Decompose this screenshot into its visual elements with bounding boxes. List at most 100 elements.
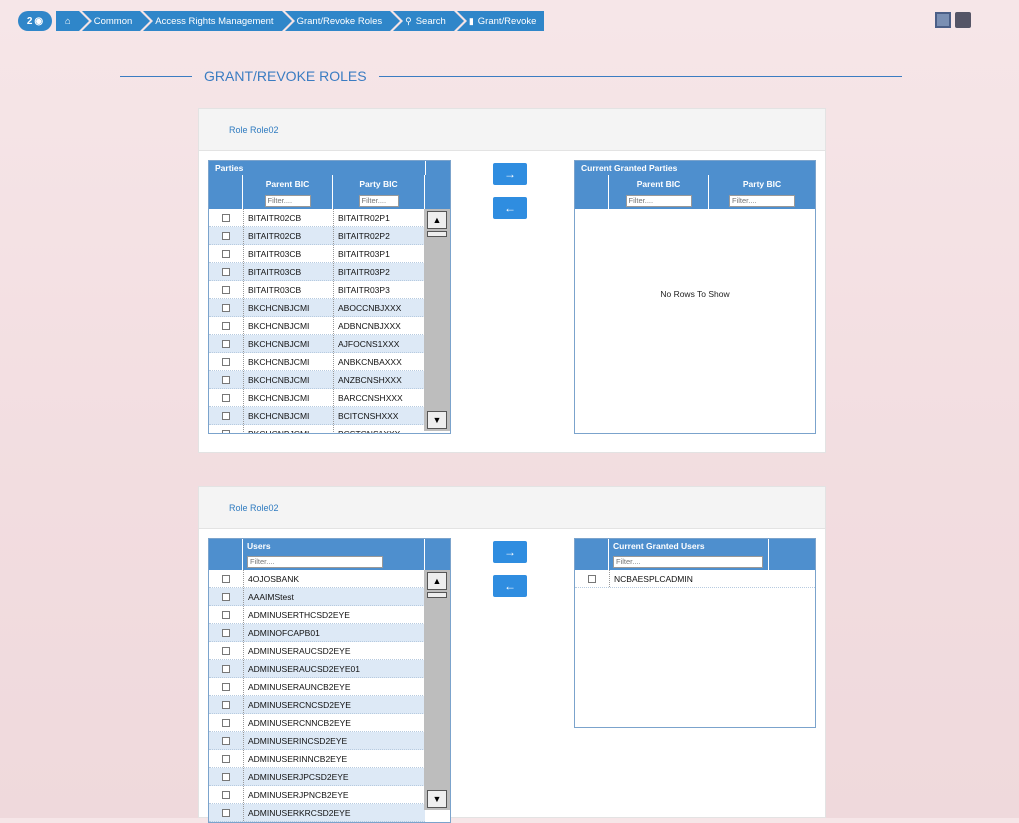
user-filter[interactable] [247, 555, 383, 568]
revoke-user-button[interactable]: ← [493, 575, 527, 597]
scroll-up-icon[interactable]: ▲ [427, 572, 447, 590]
revoke-party-button[interactable]: ← [493, 197, 527, 219]
checkbox-box[interactable] [222, 736, 230, 745]
table-row[interactable]: BKCHCNBJCMI BCSTCNS1XXX [209, 425, 425, 433]
row-checkbox[interactable] [209, 664, 243, 673]
checkbox-box[interactable] [222, 339, 230, 348]
save-icon[interactable] [935, 12, 951, 28]
breadcrumb-common[interactable]: Common [81, 11, 150, 31]
table-row[interactable]: 4OJOSBANK [209, 570, 425, 588]
row-checkbox[interactable] [209, 213, 243, 222]
checkbox-box[interactable] [222, 375, 230, 384]
row-checkbox[interactable] [209, 249, 243, 258]
checkbox-box[interactable] [222, 754, 230, 763]
checkbox-box[interactable] [222, 285, 230, 294]
table-row[interactable]: ADMINUSERKRCSD2EYE [209, 804, 425, 822]
column-header-party-bic[interactable]: Party BIC [709, 175, 815, 192]
row-checkbox[interactable] [575, 574, 609, 583]
column-header-party-bic[interactable]: Party BIC [333, 175, 425, 192]
checkbox-box[interactable] [222, 610, 230, 619]
row-checkbox[interactable] [209, 592, 243, 601]
scroll-thumb[interactable] [427, 231, 447, 237]
parent-bic-filter[interactable] [625, 194, 692, 207]
breadcrumb-grant-revoke[interactable]: ▮ Grant/Revoke [456, 11, 545, 31]
checkbox-box[interactable] [222, 321, 230, 330]
checkbox-box[interactable] [222, 411, 230, 420]
table-row[interactable]: ADMINUSERAUCSD2EYE [209, 642, 425, 660]
table-row[interactable]: ADMINUSERCNCSD2EYE [209, 696, 425, 714]
checkbox-box[interactable] [222, 267, 230, 276]
table-row[interactable]: BITAITR02CB BITAITR02P1 [209, 209, 425, 227]
checkbox-box[interactable] [222, 213, 230, 222]
breadcrumb-home[interactable]: ⌂ [56, 11, 89, 31]
table-row[interactable]: BKCHCNBJCMI BARCCNSHXXX [209, 389, 425, 407]
scroll-up-icon[interactable]: ▲ [427, 211, 447, 229]
party-bic-filter[interactable] [358, 194, 399, 207]
row-checkbox[interactable] [209, 321, 243, 330]
granted-user-filter[interactable] [613, 555, 763, 568]
parent-bic-filter[interactable] [264, 194, 311, 207]
table-row[interactable]: BITAITR03CB BITAITR03P2 [209, 263, 425, 281]
row-checkbox[interactable] [209, 700, 243, 709]
row-checkbox[interactable] [209, 267, 243, 276]
checkbox-box[interactable] [222, 790, 230, 799]
row-checkbox[interactable] [209, 231, 243, 240]
row-checkbox[interactable] [209, 628, 243, 637]
row-checkbox[interactable] [209, 574, 243, 583]
row-checkbox[interactable] [209, 646, 243, 655]
checkbox-box[interactable] [222, 700, 230, 709]
checkbox-box[interactable] [222, 357, 230, 366]
print-icon[interactable] [955, 12, 971, 28]
checkbox-box[interactable] [222, 682, 230, 691]
row-checkbox[interactable] [209, 718, 243, 727]
scroll-thumb[interactable] [427, 592, 447, 598]
checkbox-box[interactable] [588, 574, 596, 583]
row-checkbox[interactable] [209, 754, 243, 763]
row-checkbox[interactable] [209, 285, 243, 294]
grant-party-button[interactable]: → [493, 163, 527, 185]
table-row[interactable]: BKCHCNBJCMI ADBNCNBJXXX [209, 317, 425, 335]
table-row[interactable]: ADMINUSERJPCSD2EYE [209, 768, 425, 786]
table-row[interactable]: AAAIMStest [209, 588, 425, 606]
row-checkbox[interactable] [209, 339, 243, 348]
row-checkbox[interactable] [209, 682, 243, 691]
table-row[interactable]: ADMINUSERAUNCB2EYE [209, 678, 425, 696]
table-row[interactable]: BKCHCNBJCMI ANZBCNSHXXX [209, 371, 425, 389]
row-checkbox[interactable] [209, 610, 243, 619]
checkbox-box[interactable] [222, 772, 230, 781]
table-row[interactable]: ADMINUSERINNCB2EYE [209, 750, 425, 768]
scroll-down-icon[interactable]: ▼ [427, 790, 447, 808]
scrollbar[interactable]: ▲ ▼ [424, 570, 450, 810]
row-checkbox[interactable] [209, 736, 243, 745]
table-row[interactable]: ADMINUSERINCSD2EYE [209, 732, 425, 750]
column-header-parent-bic[interactable]: Parent BIC [609, 175, 709, 192]
checkbox-box[interactable] [222, 718, 230, 727]
history-counter[interactable]: 2 ◉ [18, 11, 52, 31]
checkbox-box[interactable] [222, 592, 230, 601]
row-checkbox[interactable] [209, 772, 243, 781]
table-row[interactable]: ADMINUSERTHCSD2EYE [209, 606, 425, 624]
checkbox-box[interactable] [222, 664, 230, 673]
table-row[interactable]: BKCHCNBJCMI BCITCNSHXXX [209, 407, 425, 425]
table-row[interactable]: BKCHCNBJCMI ABOCCNBJXXX [209, 299, 425, 317]
checkbox-box[interactable] [222, 574, 230, 583]
checkbox-box[interactable] [222, 429, 230, 433]
checkbox-box[interactable] [222, 393, 230, 402]
checkbox-box[interactable] [222, 808, 230, 817]
party-bic-filter[interactable] [729, 194, 795, 207]
row-checkbox[interactable] [209, 303, 243, 312]
table-row[interactable]: BITAITR03CB BITAITR03P3 [209, 281, 425, 299]
row-checkbox[interactable] [209, 375, 243, 384]
grid-title-label[interactable]: Current Granted Users [609, 539, 769, 553]
checkbox-box[interactable] [222, 249, 230, 258]
breadcrumb-search[interactable]: ⚲ Search [393, 11, 464, 31]
table-row[interactable]: ADMINUSERAUCSD2EYE01 [209, 660, 425, 678]
scrollbar[interactable]: ▲ ▼ [424, 209, 450, 431]
table-row[interactable]: ADMINUSERCNNCB2EYE [209, 714, 425, 732]
checkbox-box[interactable] [222, 646, 230, 655]
breadcrumb-access-rights[interactable]: Access Rights Management [143, 11, 292, 31]
row-checkbox[interactable] [209, 808, 243, 817]
row-checkbox[interactable] [209, 411, 243, 420]
row-checkbox[interactable] [209, 393, 243, 402]
breadcrumb-grant-revoke-roles[interactable]: Grant/Revoke Roles [284, 11, 400, 31]
